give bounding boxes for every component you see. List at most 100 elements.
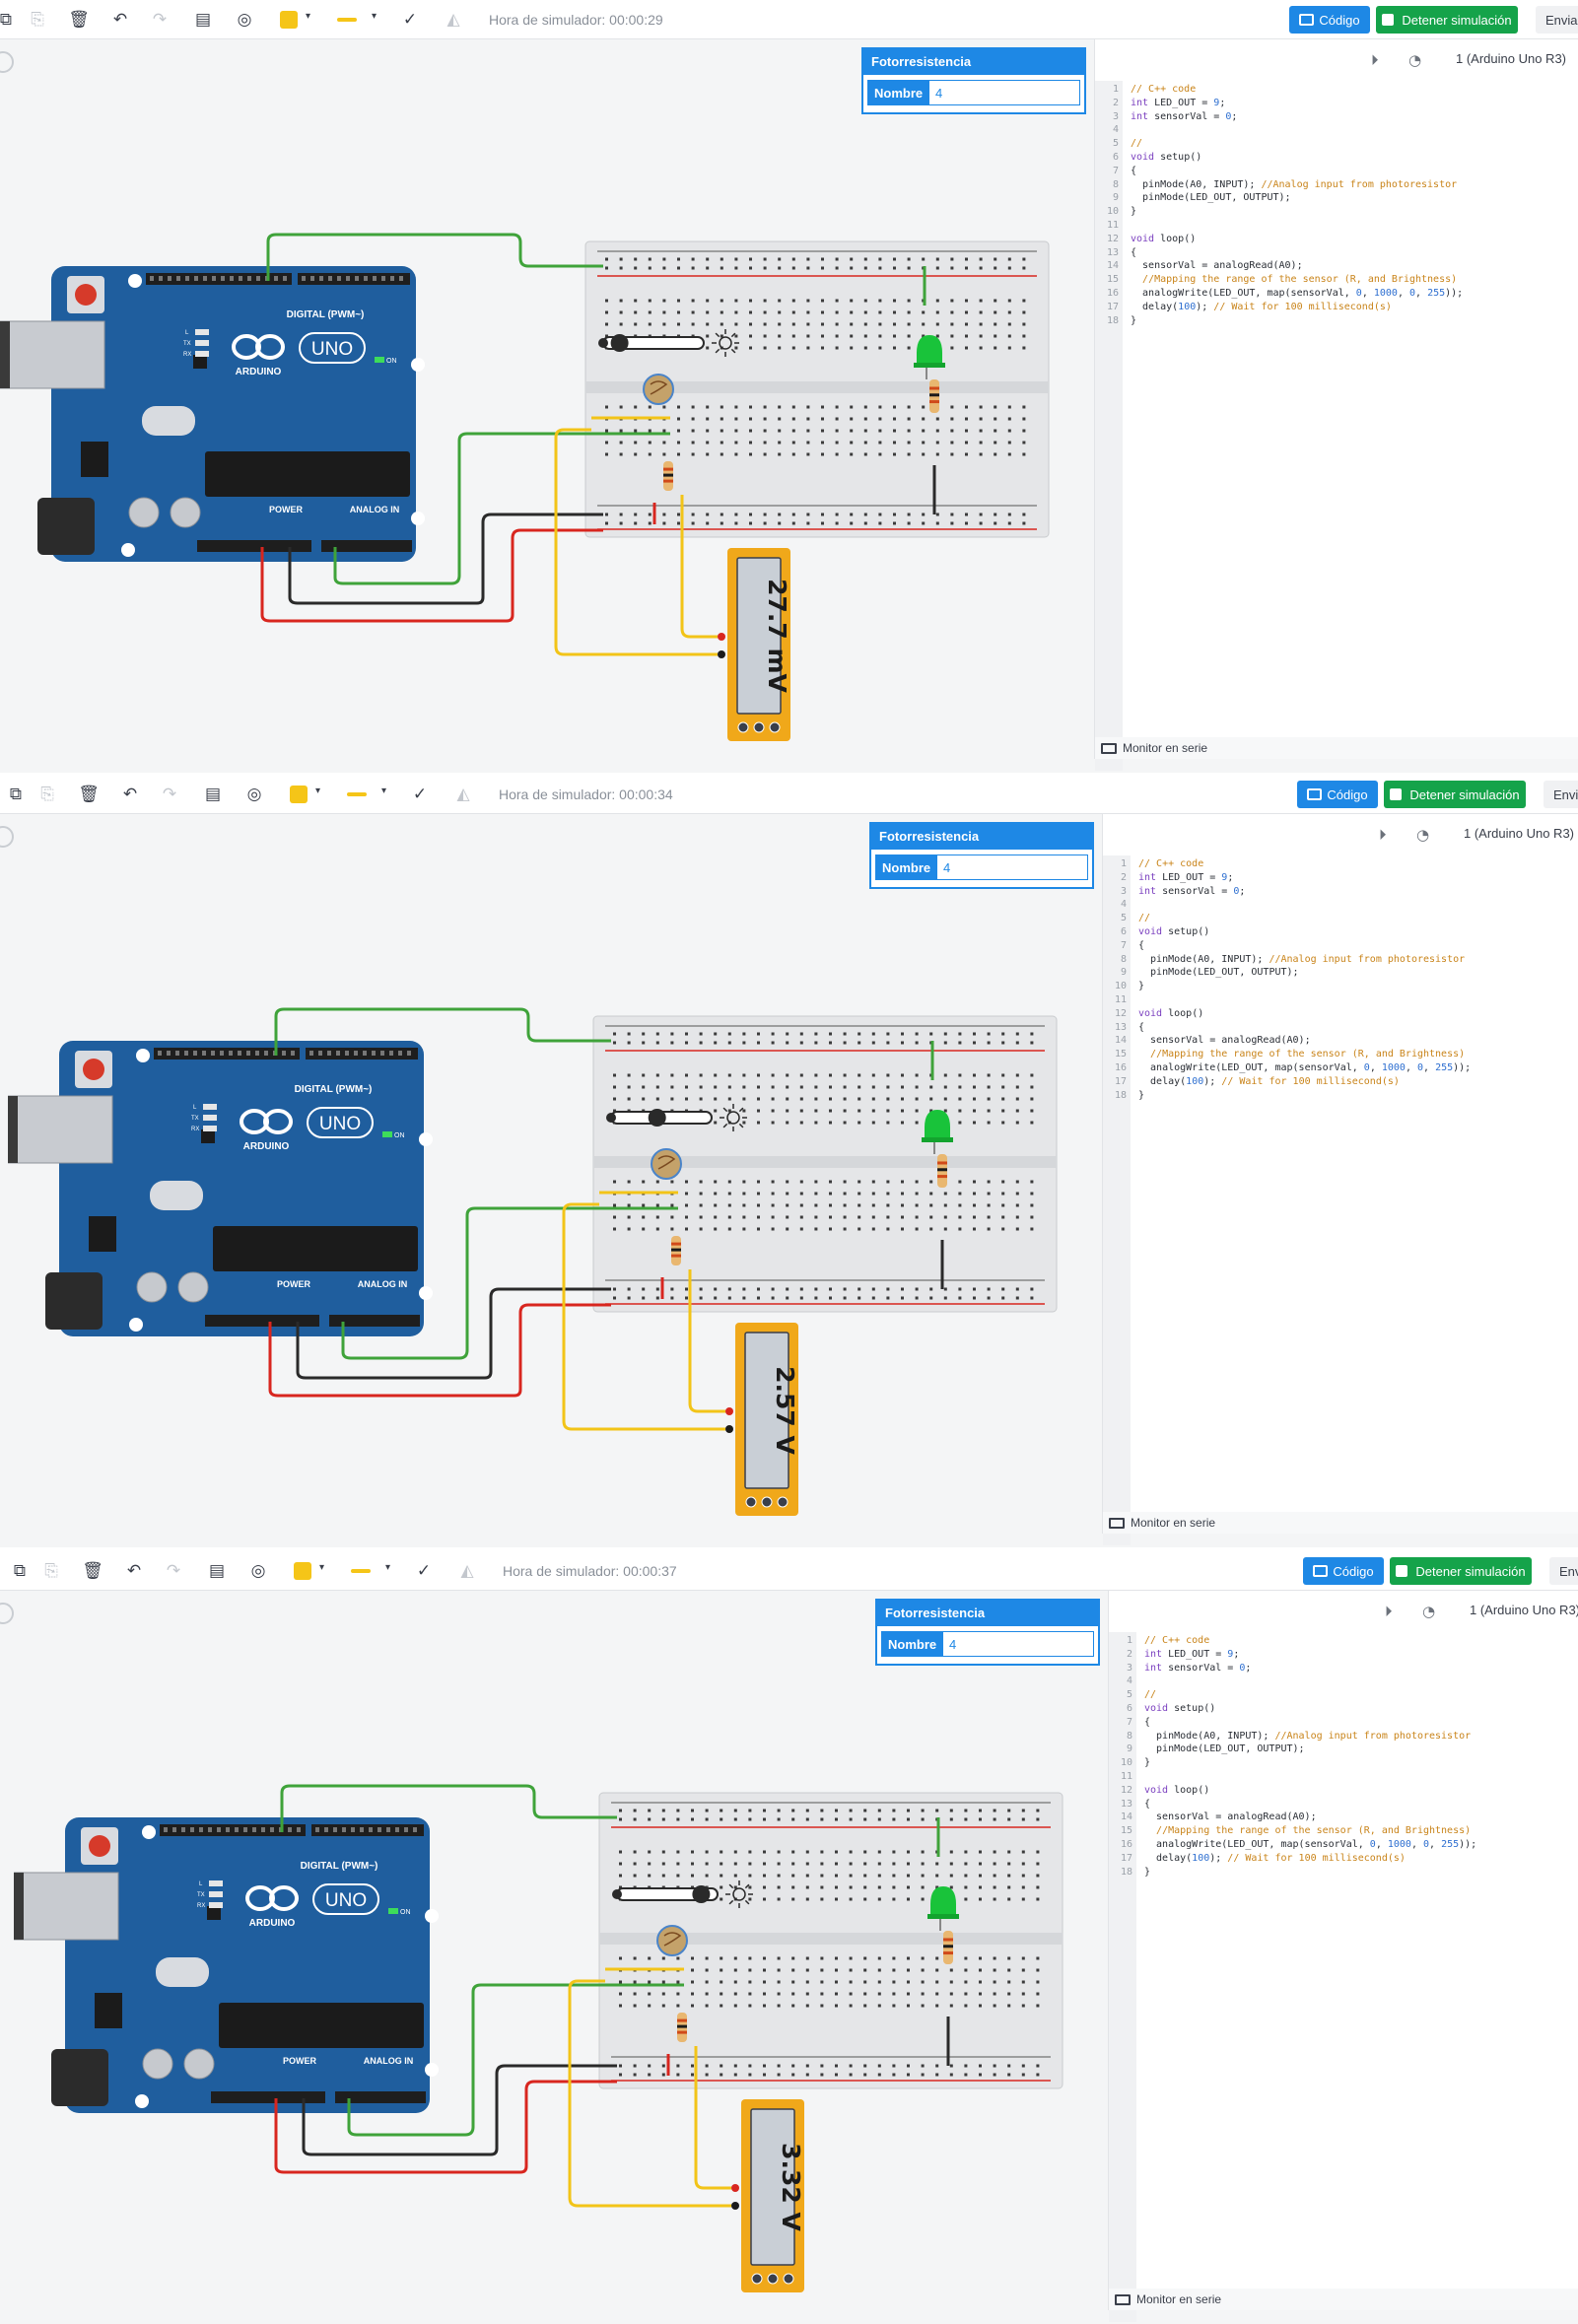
multimeter-terminal[interactable]	[761, 1496, 773, 1508]
chevron-down-icon[interactable]: ▾	[315, 786, 320, 796]
send-button[interactable]: Envi	[1544, 781, 1578, 808]
copy-icon[interactable]: ⧉	[8, 1560, 32, 1582]
color-swatch[interactable]	[290, 786, 308, 803]
redo-icon[interactable]: ↷	[162, 1560, 185, 1582]
color-swatch[interactable]	[294, 1562, 311, 1580]
chevron-down-icon[interactable]: ▾	[319, 1562, 324, 1573]
led-green[interactable]	[930, 1886, 956, 1916]
code-button[interactable]: Código	[1297, 781, 1378, 808]
debugger-icon[interactable]: ◔	[1422, 1603, 1435, 1620]
redo-icon[interactable]: ↷	[148, 9, 172, 31]
line-style-icon[interactable]	[351, 1569, 371, 1573]
paste-icon[interactable]: ⎘	[39, 1560, 63, 1582]
notes-icon[interactable]: ▤	[201, 784, 225, 805]
inspect-icon[interactable]: ◎	[242, 784, 266, 805]
flip-icon[interactable]: ◭	[442, 9, 465, 31]
code-text[interactable]: 1// C++ code 2 int LED_OUT = 9; 3 int sens…	[1111, 1634, 1476, 1879]
send-button[interactable]: Env	[1549, 1557, 1578, 1585]
simulator-panel: ⧉ ⎘ 🗑 ↶ ↷ ▤ ◎ ▾ ▾ ✓ ◭ Hora de simulador:…	[0, 1551, 1578, 2324]
line-style-icon[interactable]	[347, 792, 367, 796]
chevron-down-icon[interactable]: ▾	[381, 786, 386, 796]
delete-icon[interactable]: 🗑	[77, 784, 101, 805]
stop-simulation-button[interactable]: Detener simulación	[1384, 781, 1526, 808]
serial-monitor-button[interactable]: Monitor en serie	[1109, 2289, 1578, 2310]
line-style-icon[interactable]	[337, 18, 357, 22]
reset-button[interactable]	[89, 1835, 110, 1857]
led-green[interactable]	[925, 1110, 950, 1139]
debugger-icon[interactable]: ◔	[1416, 826, 1429, 844]
send-button[interactable]: Enviar	[1536, 6, 1578, 34]
copy-icon[interactable]: ⧉	[4, 784, 28, 805]
notes-icon[interactable]: ▤	[205, 1560, 229, 1582]
wire-icon[interactable]: ✓	[398, 9, 422, 31]
code-text[interactable]: 1// C++ code 2 int LED_OUT = 9; 3 int sens…	[1097, 83, 1463, 327]
breadboard-hole	[619, 521, 623, 525]
breadboard-hole	[1007, 1885, 1011, 1889]
breadboard-hole	[958, 1287, 962, 1291]
notes-icon[interactable]: ▤	[191, 9, 215, 31]
multimeter-terminal[interactable]	[745, 1496, 757, 1508]
device-selector[interactable]: 1 (Arduino Uno R3)	[1456, 51, 1566, 66]
delete-icon[interactable]: 🗑	[81, 1560, 104, 1582]
multimeter-terminal[interactable]	[777, 1496, 789, 1508]
paste-icon[interactable]: ⎘	[26, 9, 49, 31]
circuit-canvas[interactable]: UNO ARDUINO DIGITAL (PWM~) POWER ANALOG IN ON…	[8, 814, 1102, 1524]
multimeter-terminal[interactable]	[769, 721, 781, 733]
power-label: POWER	[277, 1279, 311, 1289]
copy-icon[interactable]: ⧉	[0, 9, 18, 31]
step-icon[interactable]: ⏵	[1385, 1603, 1393, 1620]
inspect-icon[interactable]: ◎	[246, 1560, 270, 1582]
serial-monitor-button[interactable]: Monitor en serie	[1103, 1512, 1578, 1534]
undo-icon[interactable]: ↶	[108, 9, 132, 31]
paste-icon[interactable]: ⎘	[35, 784, 59, 805]
regulator	[95, 1993, 122, 2028]
step-icon[interactable]: ⏵	[1379, 826, 1387, 844]
zoom-fit-icon[interactable]	[0, 1603, 14, 1624]
breadboard-hole	[973, 1032, 976, 1036]
digital-label: DIGITAL (PWM~)	[287, 309, 365, 320]
multimeter-terminal[interactable]	[751, 2273, 763, 2285]
light-slider-knob[interactable]	[648, 1109, 666, 1127]
stop-simulation-button[interactable]: Detener simulación	[1390, 1557, 1532, 1585]
chevron-down-icon[interactable]: ▾	[372, 11, 377, 22]
serial-monitor-button[interactable]: Monitor en serie	[1095, 737, 1578, 759]
device-selector[interactable]: 1 (Arduino Uno R3)	[1464, 826, 1574, 841]
delete-icon[interactable]: 🗑	[67, 9, 91, 31]
device-selector[interactable]: 1 (Arduino Uno R3)	[1470, 1603, 1578, 1617]
reset-button[interactable]	[83, 1059, 104, 1080]
multimeter-terminal[interactable]	[783, 2273, 794, 2285]
light-slider-knob[interactable]	[692, 1885, 711, 1903]
code-text[interactable]: 1// C++ code 2 int LED_OUT = 9; 3 int sens…	[1105, 857, 1471, 1102]
color-swatch[interactable]	[280, 11, 298, 29]
undo-icon[interactable]: ↶	[118, 784, 142, 805]
step-icon[interactable]: ⏵	[1371, 51, 1379, 69]
wire-icon[interactable]: ✓	[408, 784, 432, 805]
debugger-icon[interactable]: ◔	[1408, 51, 1421, 69]
light-slider-knob[interactable]	[610, 334, 629, 352]
reset-button[interactable]	[75, 284, 97, 306]
multimeter-terminal[interactable]	[767, 2273, 779, 2285]
redo-icon[interactable]: ↷	[158, 784, 181, 805]
stop-simulation-button[interactable]: Detener simulación	[1376, 6, 1518, 34]
breadboard-hole	[943, 1215, 947, 1219]
on-label: ON	[394, 1132, 405, 1139]
multimeter-terminal[interactable]	[753, 721, 765, 733]
header-pin	[380, 1051, 384, 1056]
chevron-down-icon[interactable]: ▾	[306, 11, 310, 22]
breadboard-hole	[734, 310, 738, 314]
code-button[interactable]: Código	[1289, 6, 1370, 34]
inspect-icon[interactable]: ◎	[233, 9, 256, 31]
multimeter-terminal[interactable]	[737, 721, 749, 733]
flip-icon[interactable]: ◭	[451, 784, 475, 805]
led-l	[209, 1880, 223, 1886]
breadboard-hole	[863, 1968, 867, 1972]
code-button[interactable]: Código	[1303, 1557, 1384, 1585]
led-green[interactable]	[917, 335, 942, 365]
circuit-canvas[interactable]: UNO ARDUINO DIGITAL (PWM~) POWER ANALOG IN ON…	[14, 1591, 1108, 2300]
undo-icon[interactable]: ↶	[122, 1560, 146, 1582]
breadboard-hole	[994, 334, 997, 338]
chevron-down-icon[interactable]: ▾	[385, 1562, 390, 1573]
wire-icon[interactable]: ✓	[412, 1560, 436, 1582]
flip-icon[interactable]: ◭	[455, 1560, 479, 1582]
circuit-canvas[interactable]: UNO ARDUINO DIGITAL (PWM~) POWER ANALOG IN ON…	[0, 39, 1094, 749]
